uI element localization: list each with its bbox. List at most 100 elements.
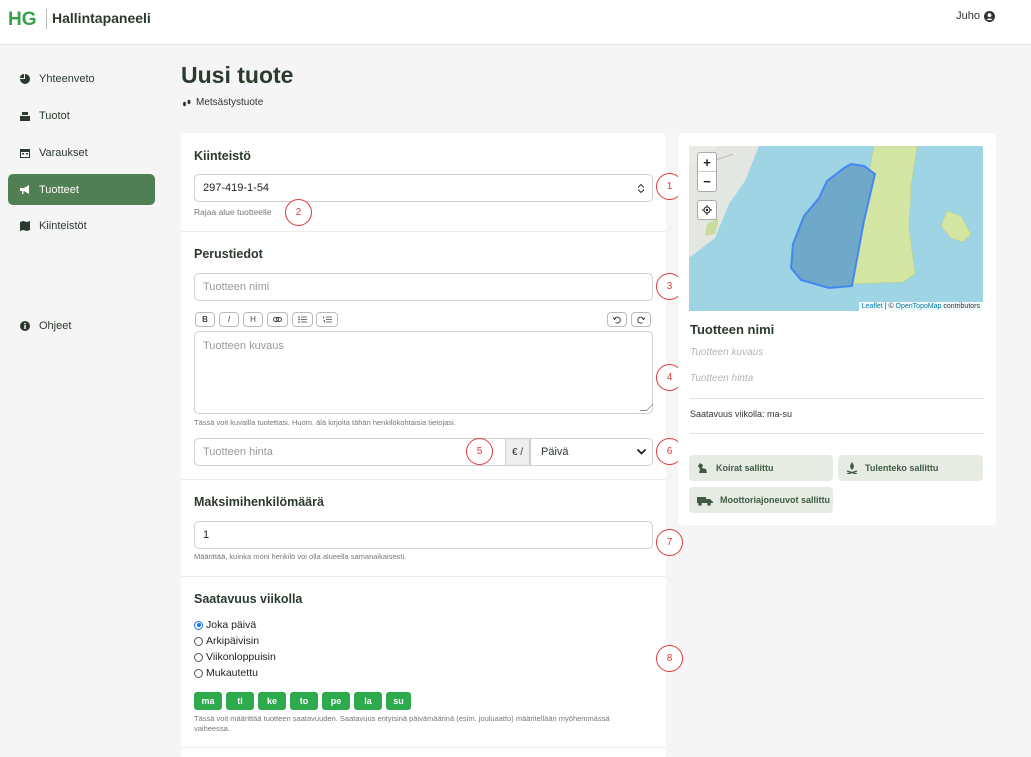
sidebar-item-label: Tuotteet [39, 183, 79, 196]
truck-icon [697, 497, 713, 506]
annotation-badge: 8 [656, 645, 683, 672]
zoom-in-button[interactable]: + [698, 153, 716, 172]
sidebar: Yhteenveto Tuotot Varaukset Tuotteet Kii… [0, 46, 165, 757]
page-title: Uusi tuote [181, 62, 294, 88]
tag-label: Moottoriajoneuvot sallittu [720, 495, 830, 505]
max-persons-input[interactable]: 1 [194, 521, 653, 549]
logo-text: HG [8, 9, 37, 28]
product-description-placeholder: Tuotteen kuvaus [203, 340, 284, 352]
sidebar-item-tuotteet[interactable]: Tuotteet [8, 174, 155, 205]
preview-description: Tuotteen kuvaus [690, 347, 764, 358]
radio-button[interactable] [194, 636, 203, 646]
price-period-select[interactable]: Päivä [530, 438, 653, 466]
product-name-placeholder: Tuotteen nimi [203, 281, 270, 293]
logo[interactable]: HG [8, 8, 44, 28]
tag-label: Koirat sallittu [716, 463, 774, 473]
radio-button[interactable] [194, 652, 203, 662]
logo-divider [46, 9, 47, 29]
sidebar-item-tuotot[interactable]: Tuotot [8, 100, 155, 131]
select-arrows-icon [638, 184, 644, 193]
leaflet-link[interactable]: Leaflet [862, 303, 883, 310]
availability-hint-line2: vaiheessa. [194, 724, 230, 733]
italic-button[interactable]: I [219, 312, 239, 327]
radio-weekends[interactable]: Viikonloppuisin [194, 651, 276, 663]
product-name-input[interactable]: Tuotteen nimi [194, 273, 653, 301]
opentopomap-link[interactable]: OpenTopoMap [896, 303, 942, 310]
capacity-hint: Määrittää, kuinka moni henkilö voi olla … [194, 552, 407, 561]
bold-button[interactable]: B [195, 312, 215, 327]
app-title: Hallintapaneeli [52, 10, 151, 26]
day-button-pe[interactable]: pe [322, 692, 350, 710]
tag-label: Tulenteko sallittu [865, 463, 939, 473]
crosshair-icon [702, 205, 712, 215]
radio-weekdays[interactable]: Arkipäivisin [194, 635, 259, 647]
day-button-su[interactable]: su [386, 692, 411, 710]
day-button-ke[interactable]: ke [258, 692, 286, 710]
sidebar-item-label: Varaukset [39, 146, 88, 159]
map[interactable]: + − Leaflet | © OpenTopoMap contributors [689, 146, 983, 311]
undo-button[interactable] [607, 312, 627, 327]
property-hint[interactable]: Rajaa alue tuotteelle [194, 207, 272, 217]
dog-icon [698, 463, 707, 473]
tag-campfire-allowed: Tulenteko sallittu [838, 455, 983, 481]
calendar-icon [20, 148, 30, 158]
cash-register-icon [20, 111, 30, 121]
sidebar-item-varaukset[interactable]: Varaukset [8, 137, 155, 168]
day-button-to[interactable]: to [290, 692, 318, 710]
zoom-control: + − [697, 152, 717, 192]
tag-dogs-allowed: Koirat sallittu [689, 455, 833, 481]
zoom-out-button[interactable]: − [698, 172, 716, 191]
user-name: Juho [956, 10, 980, 22]
resize-handle[interactable] [639, 404, 654, 411]
section-title-basic: Perustiedot [194, 247, 263, 261]
redo-icon [637, 316, 645, 324]
link-button[interactable] [267, 312, 288, 327]
locate-button[interactable] [697, 200, 717, 220]
sidebar-item-label: Ohjeet [39, 319, 72, 332]
numbered-list-icon [322, 316, 332, 323]
map-attribution: Leaflet | © OpenTopoMap contributors [858, 302, 983, 311]
sidebar-item-label: Kiinteistöt [39, 219, 87, 232]
day-button-ma[interactable]: ma [194, 692, 222, 710]
pie-chart-icon [20, 73, 30, 84]
radio-custom[interactable]: Mukautettu [194, 667, 258, 679]
product-description-textarea[interactable]: Tuotteen kuvaus [194, 331, 654, 414]
day-button-la[interactable]: la [354, 692, 382, 710]
sidebar-item-yhteenveto[interactable]: Yhteenveto [8, 63, 155, 94]
property-select[interactable]: 297-419-1-54 [194, 174, 653, 202]
preview-availability: Saatavuus viikolla: ma-su [690, 409, 793, 419]
radio-label: Arkipäivisin [206, 635, 260, 647]
section-title-capacity: Maksimihenkilömäärä [194, 495, 324, 509]
heading-button[interactable]: H [243, 312, 263, 327]
bullet-list-button[interactable] [292, 312, 313, 327]
property-select-value: 297-419-1-54 [203, 182, 270, 194]
day-button-ti[interactable]: ti [226, 692, 254, 710]
user-circle-icon [984, 10, 995, 22]
divider [181, 747, 666, 748]
megaphone-icon [20, 184, 29, 194]
product-form: Kiinteistö 297-419-1-54 Rajaa alue tuott… [181, 133, 666, 757]
redo-button[interactable] [631, 312, 651, 327]
annotation-badge: 5 [466, 438, 493, 465]
annotation-badge: 7 [656, 529, 683, 556]
radio-button[interactable] [194, 620, 203, 630]
campfire-icon [846, 462, 858, 474]
preview-title: Tuotteen nimi [690, 322, 775, 337]
sidebar-item-label: Tuotot [39, 109, 70, 122]
page-subtitle-text: Metsästystuote [196, 97, 264, 108]
sidebar-item-label: Yhteenveto [39, 72, 95, 85]
availability-hint-line1: Tässä voit määrittää tuotteen saatavuude… [194, 714, 610, 723]
price-unit: € / [505, 438, 530, 466]
section-title-property: Kiinteistö [194, 149, 251, 163]
product-preview-card: + − Leaflet | © OpenTopoMap contributors… [678, 133, 996, 525]
divider [181, 231, 666, 232]
numbered-list-button[interactable] [316, 312, 338, 327]
sidebar-item-ohjeet[interactable]: Ohjeet [8, 310, 155, 341]
user-menu[interactable]: Juho [956, 10, 995, 22]
top-bar: HG Hallintapaneeli Juho [0, 0, 1031, 45]
radio-every-day[interactable]: Joka päivä [194, 619, 256, 631]
divider [181, 479, 666, 480]
sidebar-item-kiinteistot[interactable]: Kiinteistöt [8, 210, 155, 241]
tag-vehicles-allowed: Moottoriajoneuvot sallittu [689, 487, 833, 513]
radio-button[interactable] [194, 668, 203, 678]
